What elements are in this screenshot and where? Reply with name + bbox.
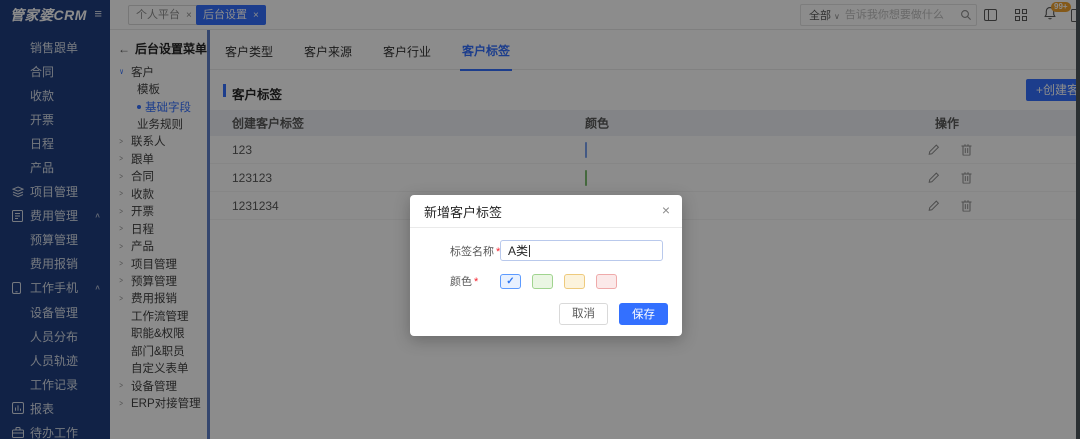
tag-color-row: 颜色* ✓ [410,273,682,289]
color-option[interactable] [596,274,617,289]
check-icon: ✓ [506,276,514,287]
tag-name-label: 标签名称* [450,243,500,259]
color-option[interactable] [564,274,585,289]
color-option[interactable]: ✓ [500,274,521,289]
tag-name-input[interactable]: A类 [500,240,663,261]
color-options: ✓ [500,274,617,289]
tag-color-label-text: 颜色 [450,276,472,288]
text-cursor [529,245,530,257]
tag-name-row: 标签名称* A类 [410,240,682,261]
close-icon[interactable]: × [662,202,670,218]
modal-header: 新增客户标签 × [410,195,682,228]
tag-name-value: A类 [508,242,528,259]
required-mark: * [474,276,478,288]
add-tag-modal: 新增客户标签 × 标签名称* A类 颜色* ✓ 取消 保存 [410,195,682,336]
cancel-button[interactable]: 取消 [559,303,608,325]
modal-footer: 取消 保存 [559,303,668,325]
tag-name-label-text: 标签名称 [450,246,494,258]
app-window: 管家婆CRM ≡ 销售跟单 合同 收款 开票 日程 产品 项目管理 费用管理 ∧ [0,0,1080,439]
color-option[interactable] [532,274,553,289]
tag-color-label: 颜色* [450,273,500,289]
modal-title: 新增客户标签 [424,202,502,221]
save-button[interactable]: 保存 [619,303,668,325]
